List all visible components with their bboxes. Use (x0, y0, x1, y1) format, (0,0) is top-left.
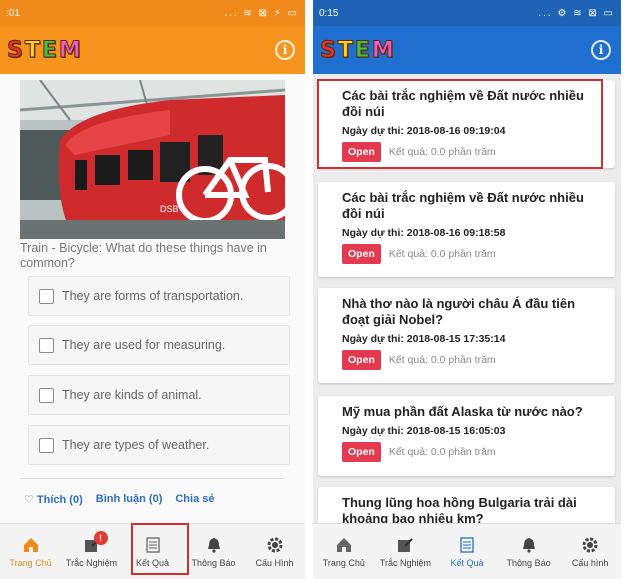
bell-icon (519, 535, 539, 555)
highlight-box (317, 79, 603, 169)
nav-notifications[interactable]: Thông Báo (499, 535, 559, 568)
quiz-screen: :01 ... ≋ ⊠ ⚡ ▭ S T E M i DSB Train - Bi… (0, 0, 305, 579)
checkbox[interactable] (39, 387, 54, 403)
like-link[interactable]: ♡ Thích (0) (24, 493, 83, 506)
bell-icon (204, 535, 224, 555)
checkbox[interactable] (39, 337, 54, 353)
info-icon[interactable]: i (591, 40, 611, 60)
gear-icon (580, 535, 600, 555)
result-card[interactable]: Các bài trắc nghiệm về Đất nước nhiều đồ… (318, 182, 615, 277)
info-icon[interactable]: i (275, 40, 295, 60)
results-icon (457, 535, 477, 555)
comment-link[interactable]: Bình luận (0) (96, 493, 163, 506)
checkbox[interactable] (39, 437, 54, 453)
home-icon (21, 535, 41, 555)
nav-settings[interactable]: Cấu Hình (245, 535, 305, 568)
social-actions: ♡ Thích (0) Bình luận (0) Chia sẻ (24, 493, 215, 506)
stem-logo: S T E M (320, 37, 395, 63)
stem-logo: S T E M (7, 37, 82, 63)
nav-home[interactable]: Trang Chủ (314, 535, 374, 568)
question-text: Train - Bicycle: What do these things ha… (20, 241, 267, 270)
answer-option[interactable]: They are types of weather. (28, 425, 290, 465)
status-icons: ... ⚙ ≋ ⊠ ▭ (538, 7, 615, 19)
highlight-box (131, 523, 189, 575)
app-bar: S T E M i (313, 26, 621, 74)
nav-settings[interactable]: Cấu hình (560, 535, 620, 568)
notification-badge: ! (93, 531, 108, 545)
answer-option[interactable]: They are used for measuring. (28, 325, 290, 365)
status-time: :01 (6, 7, 20, 19)
answer-option[interactable]: They are kinds of animal. (28, 375, 290, 415)
divider (20, 478, 285, 479)
open-button[interactable]: Open (342, 442, 381, 462)
nav-home[interactable]: Trang Chủ (1, 535, 61, 568)
app-bar: S T E M i (0, 26, 305, 74)
nav-results[interactable]: Kết Quả (437, 535, 497, 568)
open-button[interactable]: Open (342, 244, 381, 264)
result-card[interactable]: Mỹ mua phần đất Alaska từ nước nào? Ngày… (318, 396, 615, 476)
quiz-icon (395, 535, 415, 555)
svg-text:DSB: DSB (160, 204, 179, 214)
open-button[interactable]: Open (342, 350, 381, 370)
gear-icon (265, 535, 285, 555)
result-card[interactable]: Nhà thơ nào là người châu Á đầu tiên đoạ… (318, 288, 615, 383)
nav-notifications[interactable]: Thông Báo (184, 535, 244, 568)
home-icon (334, 535, 354, 555)
answer-option[interactable]: They are forms of transportation. (28, 276, 290, 316)
question-image: DSB (20, 80, 285, 239)
nav-quiz[interactable]: ! Trắc Nghiệm (62, 531, 122, 568)
results-screen: 0:15 ... ⚙ ≋ ⊠ ▭ S T E M i Các bài trắc … (313, 0, 621, 579)
checkbox[interactable] (39, 288, 54, 304)
status-bar: 0:15 ... ⚙ ≋ ⊠ ▭ (313, 0, 621, 26)
status-icons: ... ≋ ⊠ ⚡ ▭ (224, 7, 299, 19)
share-link[interactable]: Chia sẻ (175, 493, 214, 506)
status-time: 0:15 (319, 7, 339, 19)
status-bar: :01 ... ≋ ⊠ ⚡ ▭ (0, 0, 305, 26)
bottom-nav: Trang Chủ Trắc Nghiệm Kết Quả Thông Báo … (313, 523, 621, 579)
nav-quiz[interactable]: Trắc Nghiệm (375, 535, 435, 568)
